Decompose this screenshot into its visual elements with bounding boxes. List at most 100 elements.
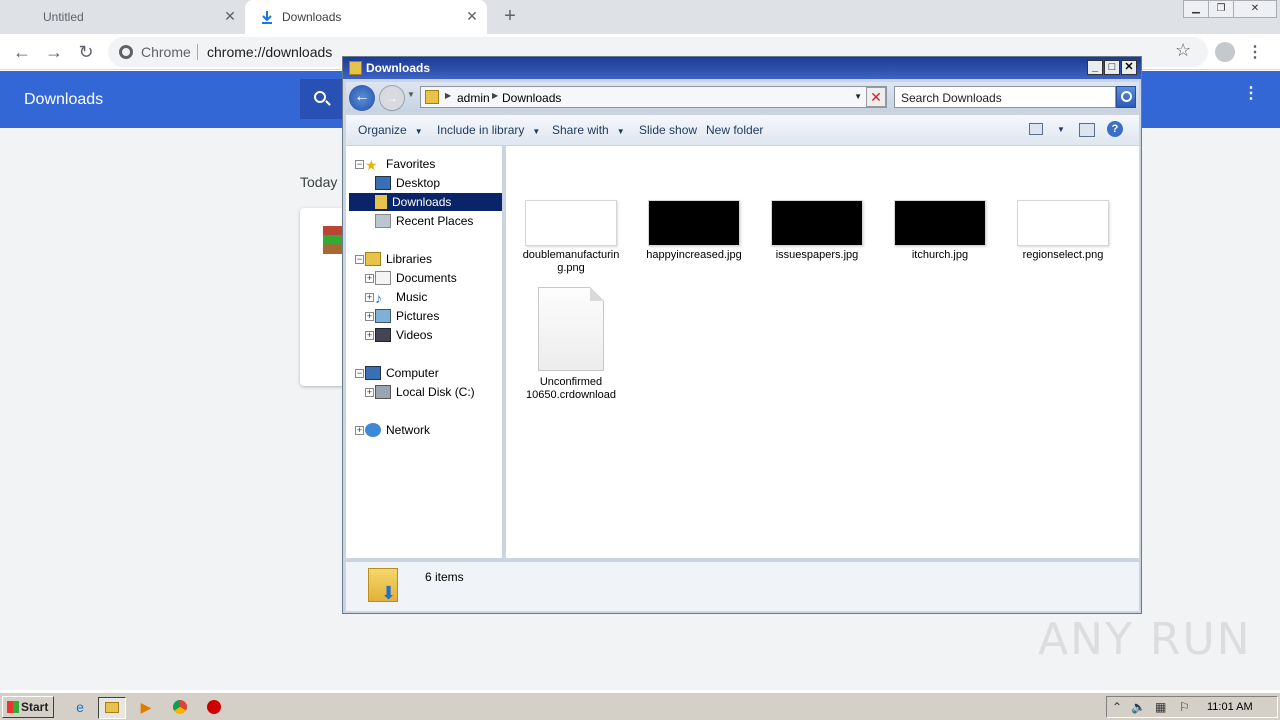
breadcrumb-admin[interactable]: admin [457,91,490,105]
nav-pictures[interactable]: Pictures [375,307,439,325]
date-section-heading: Today [300,174,338,190]
share-with-menu[interactable]: Share with ▼ [552,123,625,137]
file-item[interactable]: happyincreased.jpg [644,200,744,262]
chevron-down-icon[interactable]: ▼ [1057,125,1065,134]
search-icon[interactable] [1116,86,1136,108]
file-name: regionselect.png [1022,249,1104,261]
chrome-icon [119,45,133,59]
back-button[interactable]: ← [349,85,375,111]
network-icon [365,423,381,437]
collapse-icon[interactable]: − [355,369,364,378]
back-button[interactable]: ← [11,41,33,63]
nav-documents[interactable]: Documents [375,269,457,287]
minimize-button[interactable]: _ [1087,60,1103,75]
close-icon[interactable]: ✕ [465,9,479,23]
nav-downloads[interactable]: Downloads [349,193,502,211]
help-icon[interactable]: ? [1107,121,1123,137]
file-item[interactable]: itchurch.jpg [890,200,990,262]
nav-network[interactable]: Network [365,421,430,439]
chevron-icon[interactable]: ▶ [492,91,498,100]
expand-icon[interactable]: + [355,426,364,435]
tab-downloads-label: Downloads [282,10,342,24]
nav-recent-places[interactable]: Recent Places [375,212,473,230]
url-text[interactable]: chrome://downloads [207,44,332,60]
preview-pane-icon[interactable] [1079,123,1095,137]
collapse-icon[interactable]: − [355,160,364,169]
system-tray: ⌃ 🔈 ▦ ⚐ 11:01 AM [1106,696,1278,718]
chrome-menu-icon[interactable]: ⋮ [1247,42,1263,62]
clock[interactable]: 11:01 AM [1207,701,1253,713]
forward-button[interactable]: → [43,41,65,63]
search-button[interactable] [300,79,344,119]
maximize-button[interactable]: □ [1104,60,1120,75]
explorer-titlebar[interactable]: Downloads _ □ ✕ [343,57,1141,79]
image-thumbnail [648,200,740,246]
close-window-button[interactable]: ✕ [1233,0,1277,18]
start-button[interactable]: Start [2,696,54,718]
nav-label: Videos [396,328,433,342]
expand-icon[interactable]: + [365,293,374,302]
minimize-button[interactable]: ▁ [1183,0,1209,18]
stop-refresh-button[interactable]: ✕ [866,87,886,107]
nav-label: Computer [386,366,439,380]
chrome-taskbar-icon[interactable] [166,697,194,719]
nav-local-disk[interactable]: Local Disk (C:) [375,383,475,401]
restore-button[interactable]: ❐ [1208,0,1234,18]
stop-icon[interactable] [200,697,228,719]
chevron-down-icon[interactable]: ▼ [854,92,862,101]
close-button[interactable]: ✕ [1121,60,1137,75]
close-icon[interactable]: ✕ [223,9,237,23]
nav-favorites[interactable]: ★ Favorites [365,155,435,173]
expand-icon[interactable]: + [365,331,374,340]
tab-downloads[interactable]: Downloads ✕ [245,0,487,34]
image-thumbnail [525,200,617,246]
download-icon [262,11,272,24]
search-input[interactable]: Search Downloads [894,86,1116,108]
include-in-library-menu[interactable]: Include in library ▼ [437,123,540,137]
nav-videos[interactable]: Videos [375,326,432,344]
nav-music[interactable]: ♪ Music [375,288,427,306]
bookmark-star-icon[interactable]: ☆ [1175,40,1191,61]
details-pane: 6 items [346,561,1139,611]
collapse-icon[interactable]: − [355,255,364,264]
media-player-icon[interactable]: ▶ [132,697,160,719]
nav-computer[interactable]: Computer [365,364,439,382]
search-icon [314,91,326,103]
action-center-flag-icon[interactable]: ⚐ [1179,700,1190,714]
chevron-icon[interactable]: ▶ [445,91,451,100]
volume-icon[interactable]: 🔈 [1131,700,1146,714]
expand-icon[interactable]: + [365,274,374,283]
slide-show-button[interactable]: Slide show [639,123,697,137]
explorer-taskbar-icon[interactable] [98,697,126,719]
nav-libraries[interactable]: Libraries [365,250,432,268]
nav-desktop[interactable]: Desktop [375,174,440,192]
omnibox-separator [197,44,198,60]
music-icon: ♪ [375,290,382,306]
profile-avatar[interactable] [1215,42,1235,62]
file-item[interactable]: Unconfirmed 10650.crdownload [521,287,621,402]
explorer-window: Downloads _ □ ✕ ← → ▼ ▶ admin ▶ Download… [342,56,1142,614]
file-item[interactable]: issuespapers.jpg [767,200,867,262]
tab-untitled[interactable]: Untitled ✕ [0,0,245,34]
nav-label: Documents [396,271,457,285]
site-label: Chrome [141,44,191,60]
expand-icon[interactable]: + [365,388,374,397]
more-options-icon[interactable]: ⋮ [1243,86,1259,102]
new-tab-button[interactable]: + [500,6,520,26]
document-icon [538,287,604,371]
file-item[interactable]: regionselect.png [1013,200,1113,262]
view-options-icon[interactable] [1029,123,1043,135]
file-item[interactable]: doublemanufacturin g.png [521,200,621,275]
forward-button[interactable]: → [379,85,405,111]
network-tray-icon[interactable]: ▦ [1155,700,1166,714]
organize-menu[interactable]: Organize ▼ [358,123,423,137]
breadcrumb-downloads[interactable]: Downloads [502,91,561,105]
expand-icon[interactable]: + [365,312,374,321]
new-folder-button[interactable]: New folder [706,123,763,137]
libraries-icon [365,252,381,266]
ie-icon[interactable]: e [66,697,94,719]
history-dropdown-icon[interactable]: ▼ [407,90,415,99]
address-box[interactable]: ▶ admin ▶ Downloads ▼ [420,86,887,108]
show-hidden-icons[interactable]: ⌃ [1112,700,1122,714]
reload-button[interactable]: ↻ [75,41,97,63]
